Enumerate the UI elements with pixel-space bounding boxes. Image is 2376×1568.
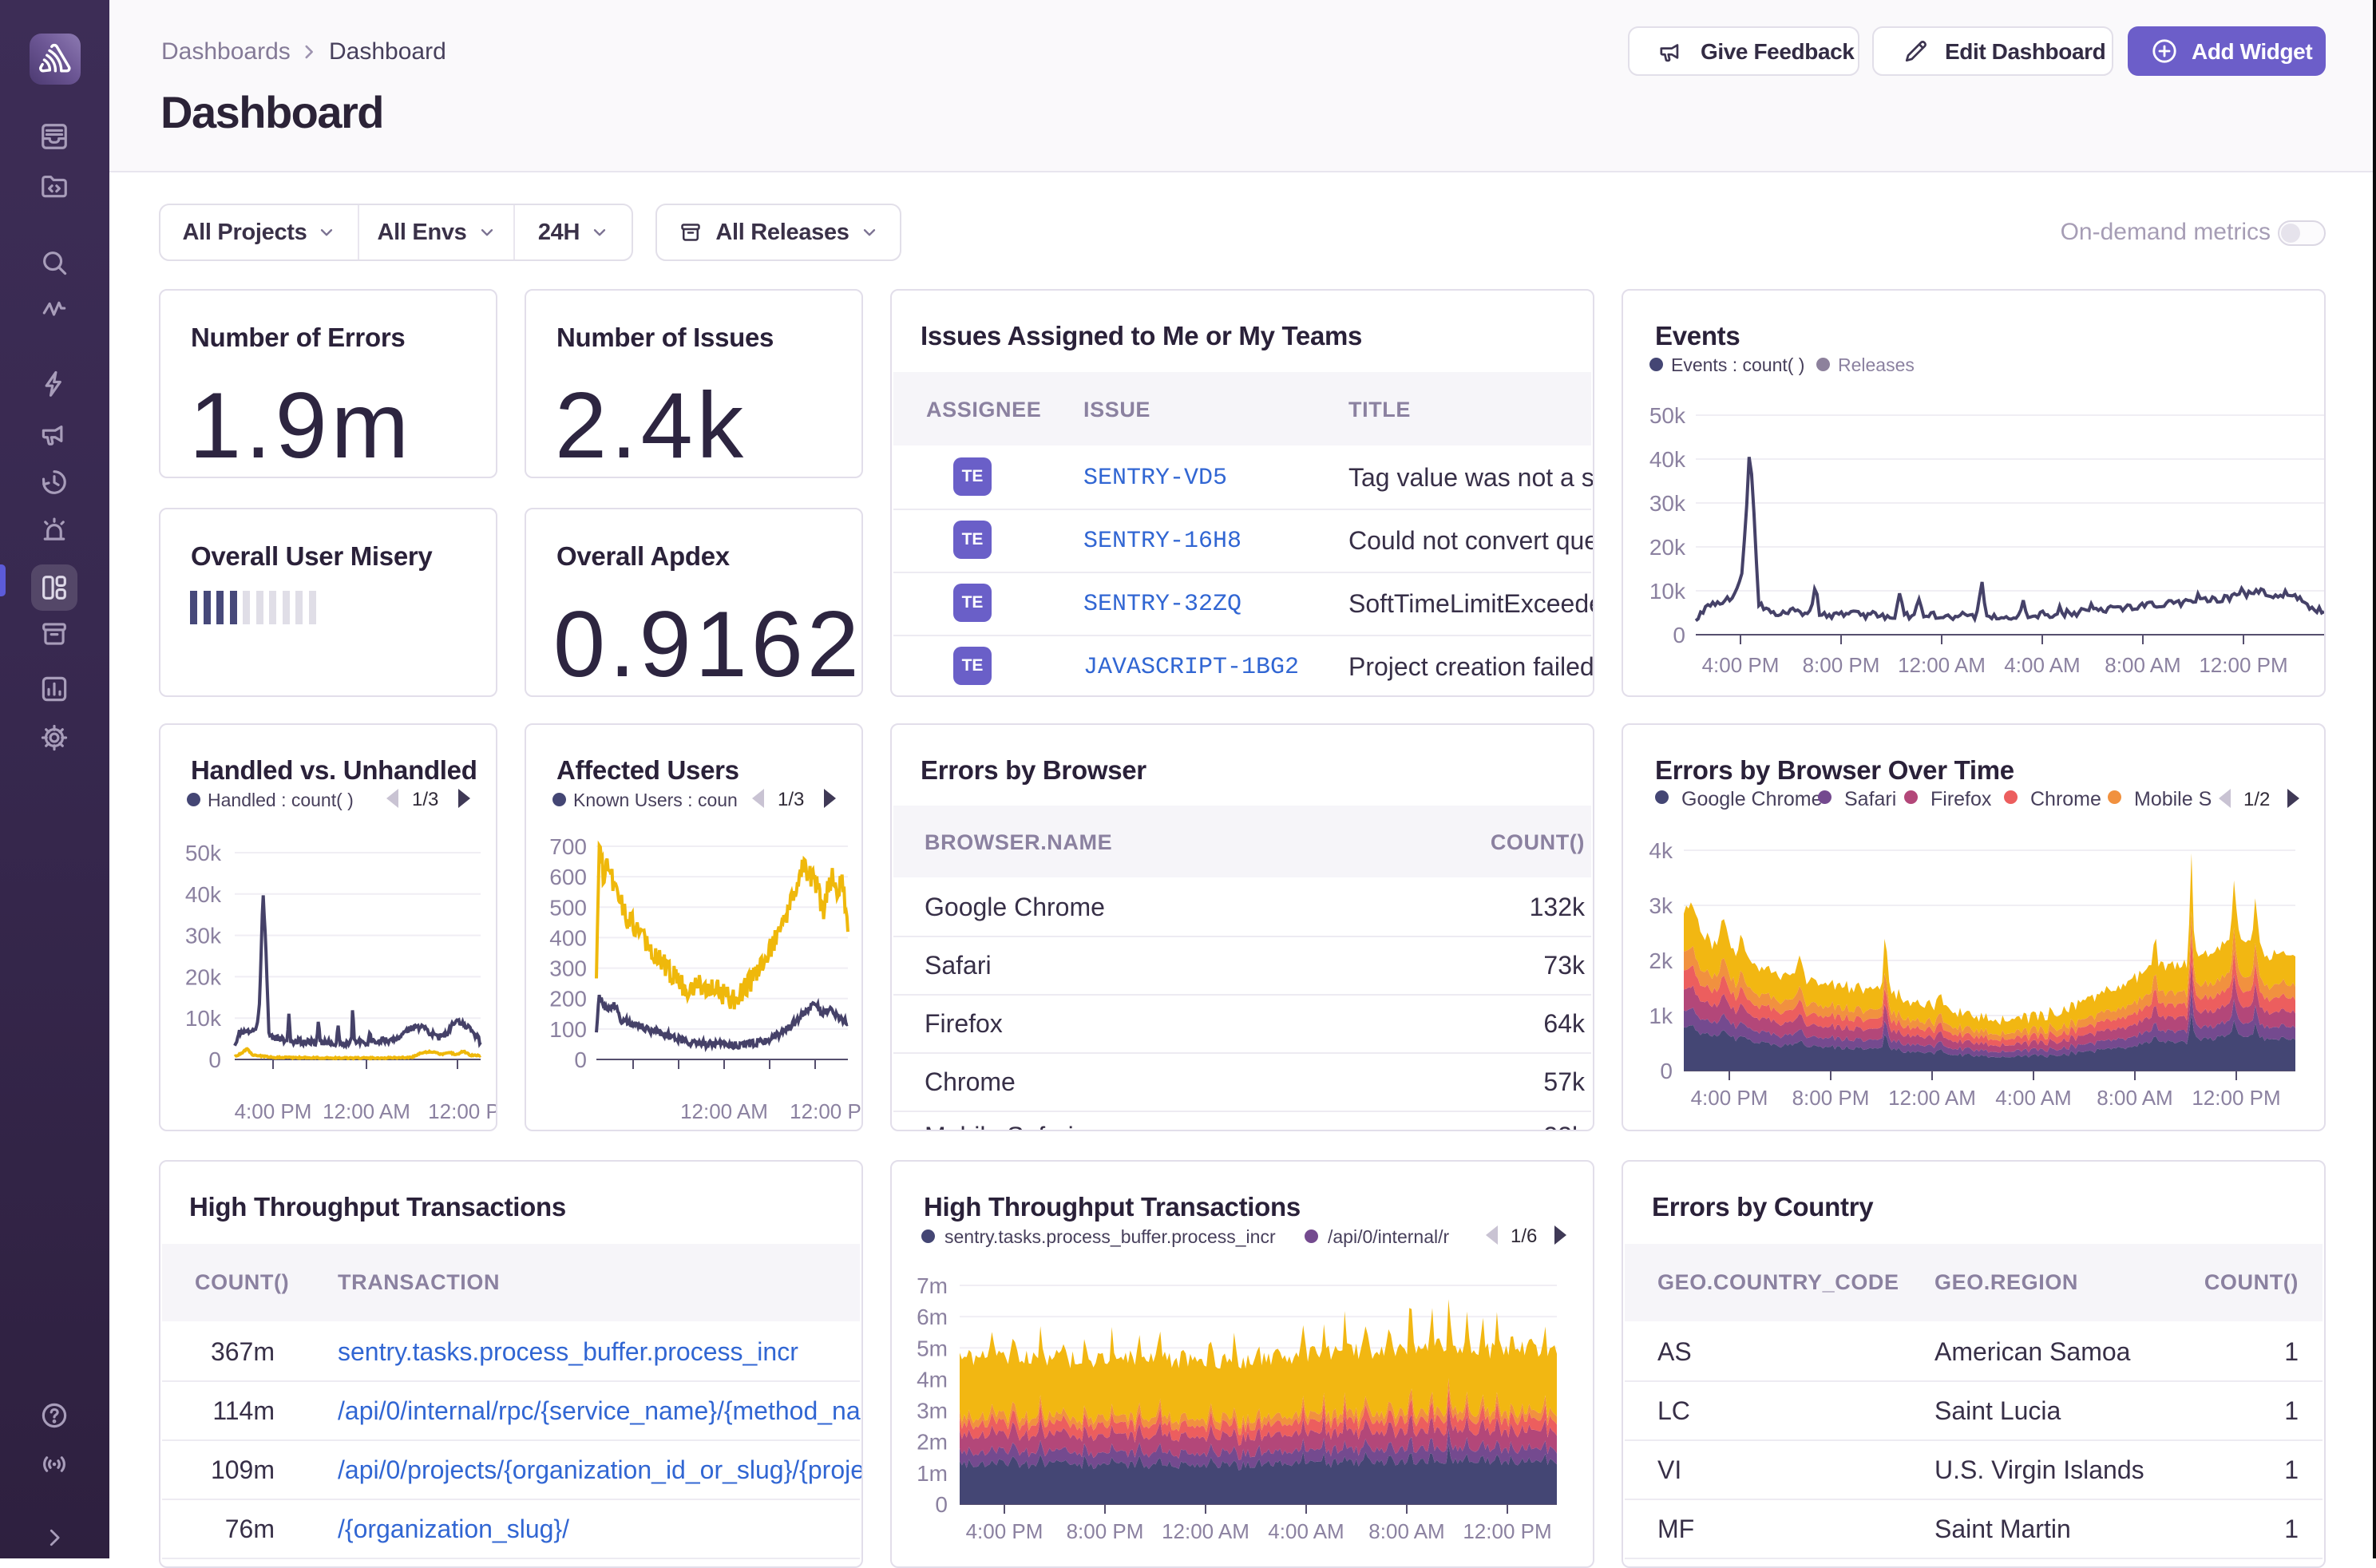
svg-text:0: 0 — [208, 1047, 221, 1072]
svg-text:50k: 50k — [185, 841, 222, 865]
svg-text:600: 600 — [549, 865, 587, 889]
svg-text:0: 0 — [1673, 623, 1685, 647]
svg-text:10k: 10k — [185, 1006, 222, 1031]
svg-text:300: 300 — [549, 956, 587, 981]
svg-text:40k: 40k — [1649, 447, 1686, 472]
svg-text:4:00 AM: 4:00 AM — [1268, 1519, 1344, 1543]
svg-text:200: 200 — [549, 987, 587, 1012]
svg-text:4k: 4k — [1649, 838, 1673, 863]
svg-text:8:00 AM: 8:00 AM — [2097, 1086, 2172, 1110]
svg-text:2k: 2k — [1649, 948, 1673, 973]
svg-text:700: 700 — [549, 834, 587, 859]
svg-text:3m: 3m — [917, 1399, 948, 1423]
svg-text:400: 400 — [549, 925, 587, 950]
svg-text:12:00 PM: 12:00 PM — [2192, 1086, 2280, 1110]
svg-text:6m: 6m — [917, 1305, 948, 1329]
svg-text:12:00 AM: 12:00 AM — [680, 1099, 768, 1123]
svg-text:12:00 PM: 12:00 PM — [1463, 1519, 1551, 1543]
svg-text:8:00 PM: 8:00 PM — [1803, 653, 1880, 677]
svg-text:500: 500 — [549, 895, 587, 920]
svg-text:20k: 20k — [1649, 535, 1686, 560]
svg-text:4:00 PM: 4:00 PM — [1702, 653, 1780, 677]
svg-text:1k: 1k — [1649, 1004, 1673, 1028]
svg-text:12:00 AM: 12:00 AM — [323, 1099, 410, 1123]
svg-text:1m: 1m — [917, 1461, 948, 1486]
svg-text:12:00 P: 12:00 P — [428, 1099, 496, 1123]
svg-text:4:00 PM: 4:00 PM — [966, 1519, 1043, 1543]
svg-text:4:00 AM: 4:00 AM — [1995, 1086, 2071, 1110]
svg-text:0: 0 — [574, 1047, 587, 1072]
svg-text:4m: 4m — [917, 1367, 948, 1392]
svg-text:7m: 7m — [917, 1273, 948, 1298]
svg-text:12:00 P: 12:00 P — [790, 1099, 861, 1123]
svg-text:50k: 50k — [1649, 403, 1686, 428]
svg-text:3k: 3k — [1649, 893, 1673, 918]
svg-text:30k: 30k — [185, 924, 222, 948]
svg-text:4:00 PM: 4:00 PM — [235, 1099, 312, 1123]
svg-text:12:00 AM: 12:00 AM — [1162, 1519, 1249, 1543]
svg-text:12:00 AM: 12:00 AM — [1888, 1086, 1976, 1110]
svg-text:2m: 2m — [917, 1430, 948, 1455]
svg-text:12:00 PM: 12:00 PM — [2199, 653, 2287, 677]
svg-text:8:00 PM: 8:00 PM — [1792, 1086, 1870, 1110]
svg-text:20k: 20k — [185, 964, 222, 989]
svg-text:4:00 AM: 4:00 AM — [2004, 653, 2080, 677]
svg-text:8:00 AM: 8:00 AM — [1368, 1519, 1444, 1543]
svg-text:0: 0 — [935, 1492, 948, 1517]
svg-text:5m: 5m — [917, 1336, 948, 1360]
svg-text:8:00 AM: 8:00 AM — [2105, 653, 2180, 677]
svg-text:8:00 PM: 8:00 PM — [1067, 1519, 1144, 1543]
svg-text:4:00 PM: 4:00 PM — [1691, 1086, 1768, 1110]
svg-text:12:00 AM: 12:00 AM — [1898, 653, 1986, 677]
svg-text:100: 100 — [549, 1017, 587, 1042]
svg-text:30k: 30k — [1649, 491, 1686, 516]
svg-text:10k: 10k — [1649, 579, 1686, 604]
svg-text:40k: 40k — [185, 882, 222, 907]
svg-text:0: 0 — [1660, 1059, 1673, 1083]
